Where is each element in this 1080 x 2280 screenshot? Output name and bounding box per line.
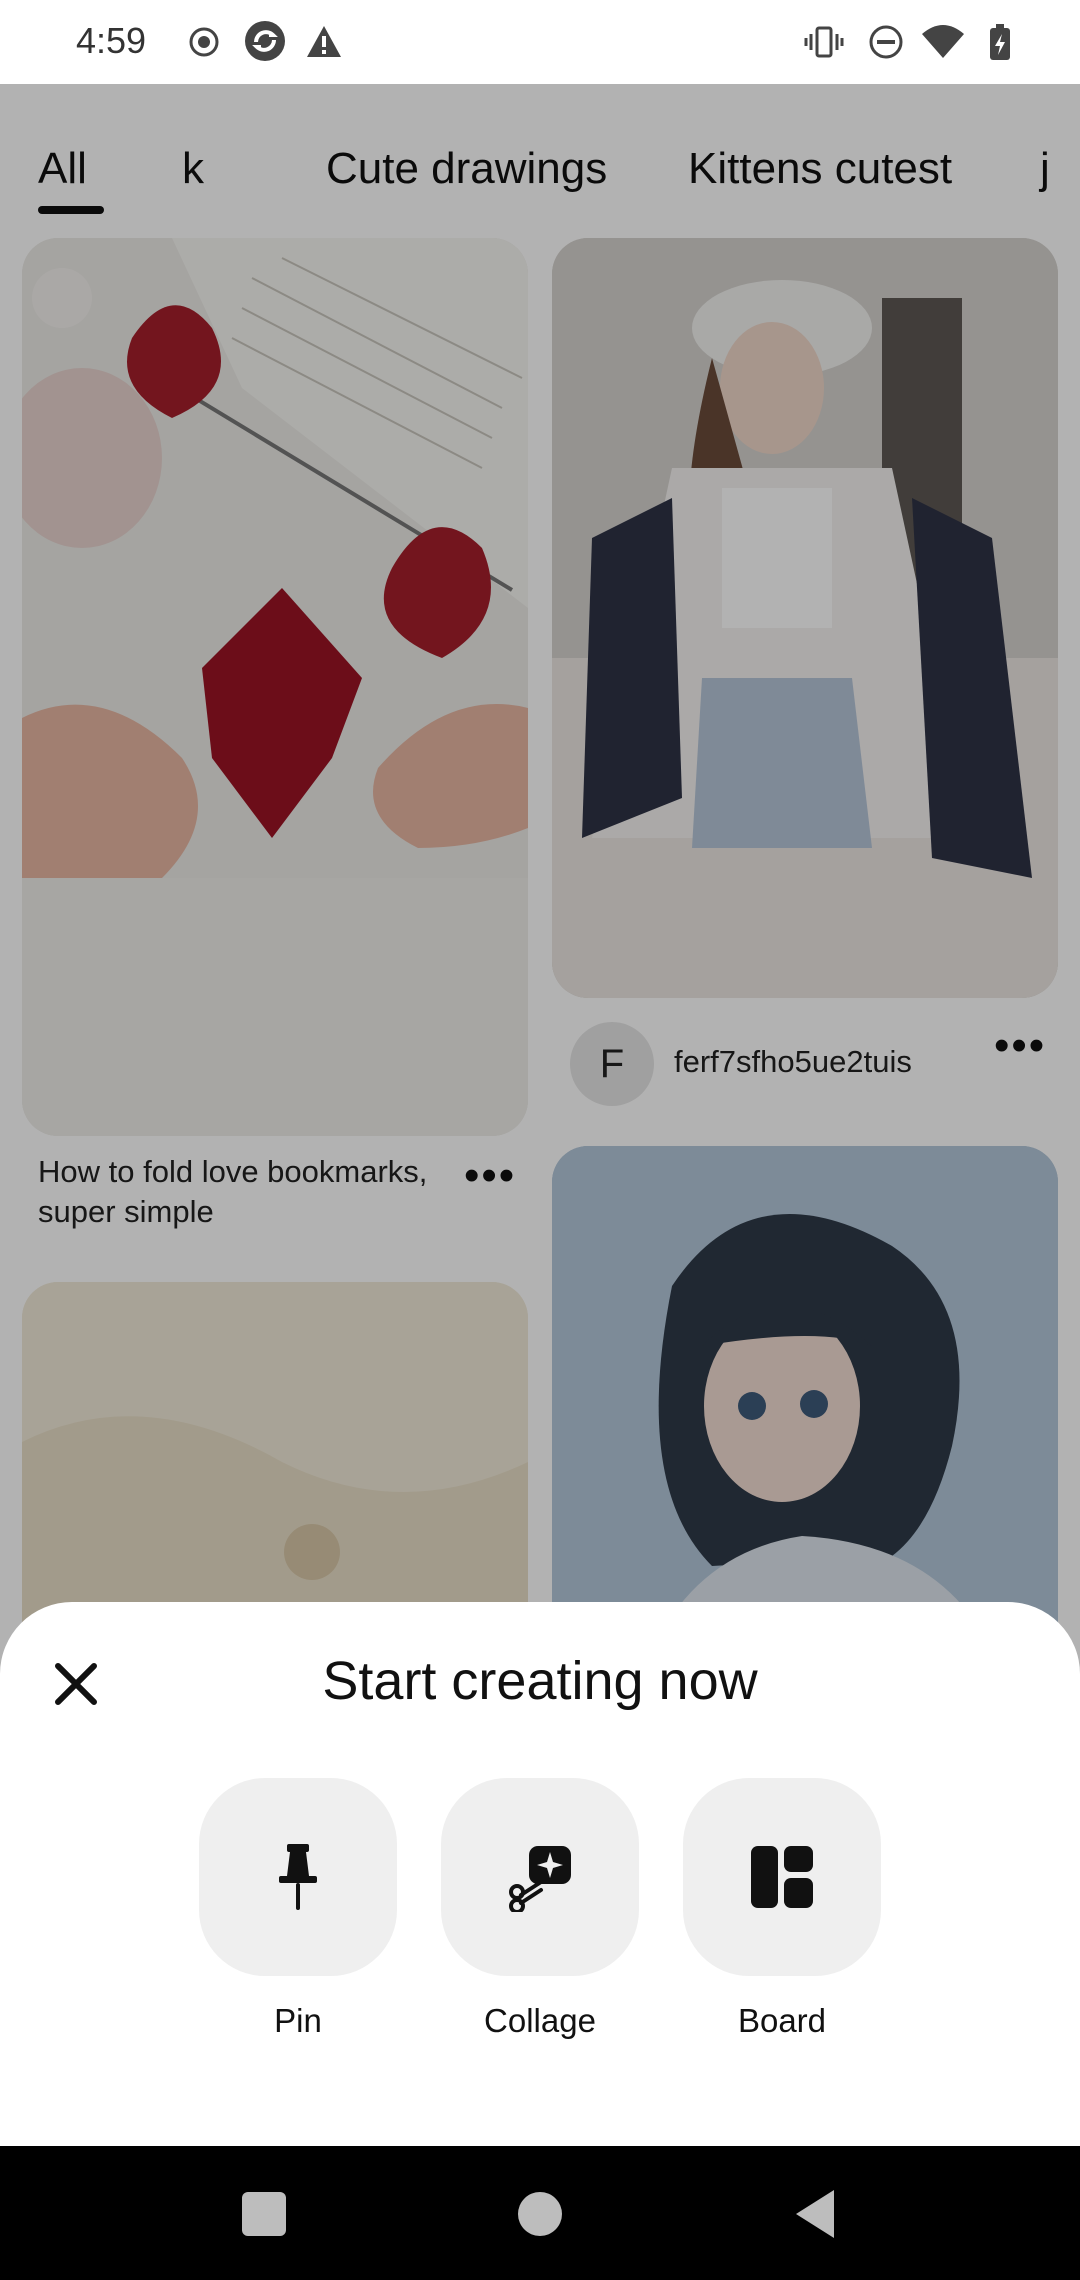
create-pin-label: Pin bbox=[274, 2002, 322, 2039]
vibrate-icon bbox=[804, 26, 844, 58]
record-icon bbox=[189, 27, 219, 57]
home-icon[interactable] bbox=[510, 2184, 570, 2244]
battery-icon bbox=[990, 24, 1010, 60]
create-bottom-sheet: Start creating now Pin Collage Board bbox=[0, 1602, 1080, 2146]
warning-icon bbox=[307, 26, 341, 57]
wifi-icon bbox=[922, 25, 964, 58]
status-time: 4:59 bbox=[76, 20, 147, 61]
back-icon[interactable] bbox=[786, 2184, 846, 2244]
create-collage-label: Collage bbox=[484, 2002, 596, 2039]
sync-app-icon bbox=[245, 21, 285, 61]
recents-icon[interactable] bbox=[234, 2184, 294, 2244]
sheet-title: Start creating now bbox=[322, 1651, 758, 1711]
create-pin-button[interactable] bbox=[199, 1778, 397, 1976]
board-icon bbox=[751, 1846, 813, 1908]
create-collage-button[interactable] bbox=[441, 1778, 639, 1976]
pin-icon bbox=[279, 1844, 317, 1910]
system-navigation-bar bbox=[0, 2146, 1080, 2280]
create-board-label: Board bbox=[737, 2002, 827, 2039]
create-collage-option[interactable]: Collage bbox=[441, 1778, 639, 2040]
create-pin-option[interactable]: Pin bbox=[199, 1778, 397, 2040]
collage-icon bbox=[509, 1846, 571, 1912]
create-board-option[interactable]: Board bbox=[683, 1778, 881, 2040]
status-bar: 4:59 bbox=[0, 0, 1080, 84]
create-board-button[interactable] bbox=[683, 1778, 881, 1976]
do-not-disturb-icon bbox=[869, 25, 903, 59]
